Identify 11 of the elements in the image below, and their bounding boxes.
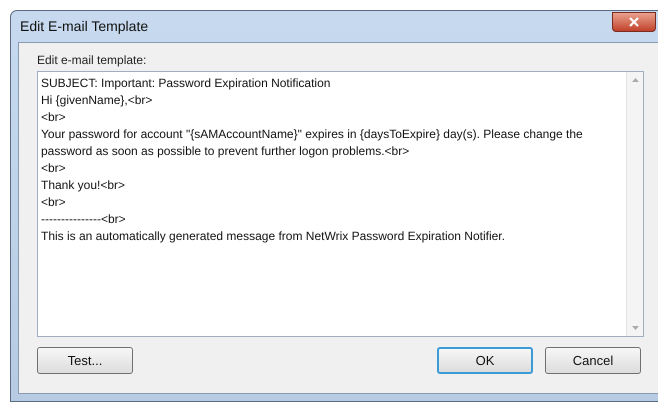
template-text-field[interactable]: SUBJECT: Important: Password Expiration Notification Hi {givenName},<br> <br> Your password for account "{sAMAccountName}" expires in {daysToExpire} day(s). Please change the password as soon as possible to prevent further logon problems.<br> <br> Thank you!<br> <br> ---------------<br> This is an automatically generated message from NetWrix Password Expiration Notifier. bbox=[38, 72, 626, 336]
cancel-button[interactable]: Cancel bbox=[545, 347, 641, 374]
scrollbar[interactable] bbox=[626, 72, 643, 336]
editor-label: Edit e-mail template: bbox=[37, 52, 148, 69]
close-icon bbox=[629, 16, 639, 26]
test-button[interactable]: Test... bbox=[37, 347, 133, 374]
scroll-up-icon[interactable] bbox=[632, 78, 638, 82]
scroll-down-icon[interactable] bbox=[632, 326, 638, 330]
close-button[interactable] bbox=[612, 12, 656, 32]
ok-button[interactable]: OK bbox=[437, 347, 533, 374]
window-title: Edit E-mail Template bbox=[19, 17, 148, 36]
